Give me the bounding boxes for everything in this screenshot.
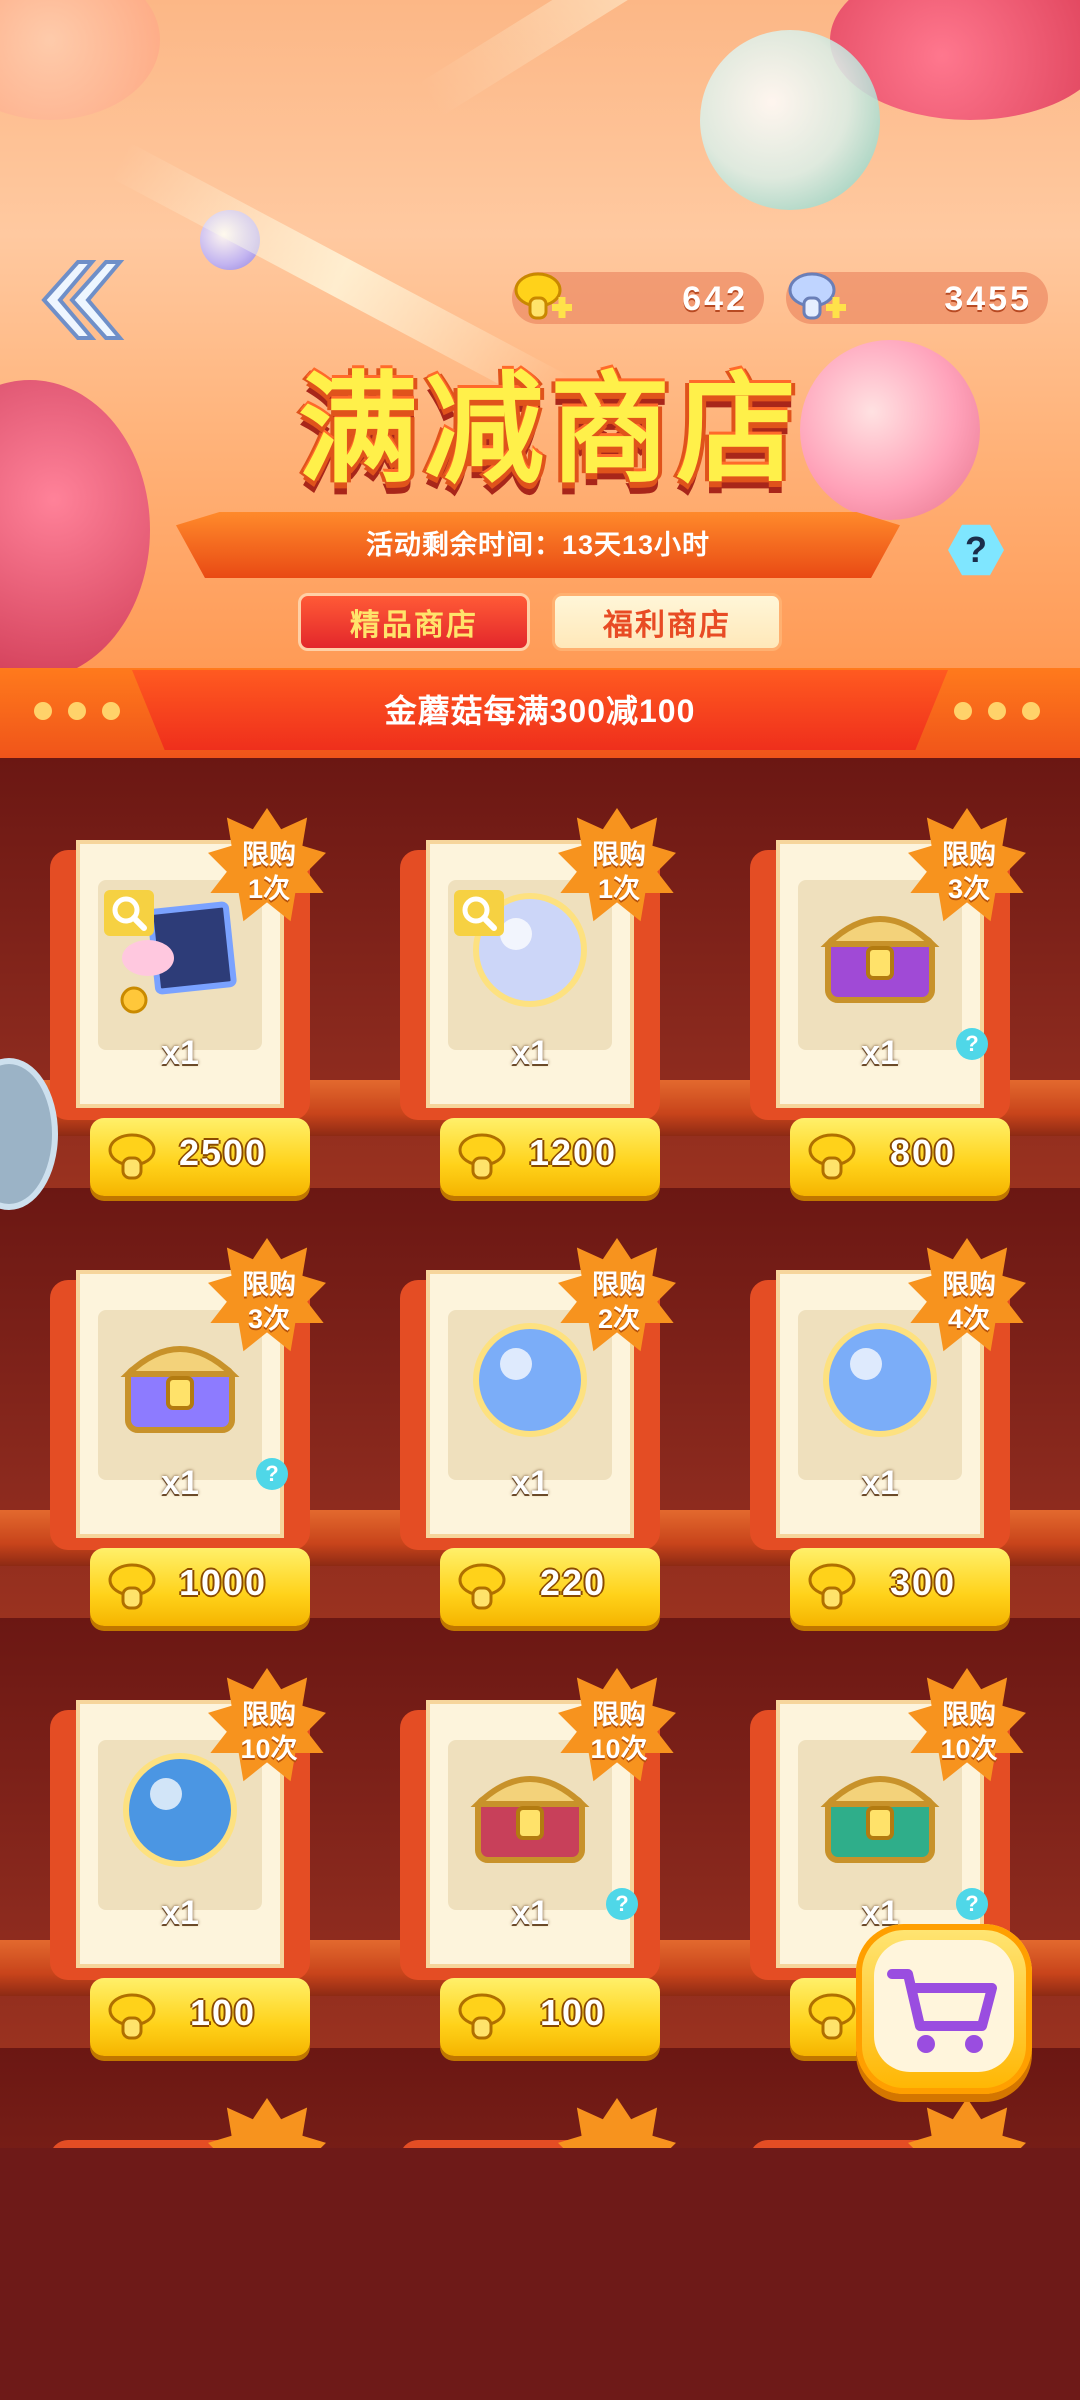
question-icon: ? [965,529,987,570]
purple-chest-icon [820,916,940,1003]
item-quantity: x1 [861,1034,899,1072]
maple-leaf-badge-icon [208,2098,326,2148]
blue-mushroom-plus-icon [788,272,846,320]
shop-item-card[interactable]: x1 限购 1次 1200 [380,800,680,1196]
shop-item-card-partial[interactable] [730,2090,1030,2148]
purchase-limit-count: 10次 [590,1734,648,1764]
blue-mushroom-count: 3455 [944,280,1032,318]
shop-item-card-partial[interactable] [30,2090,330,2148]
purchase-limit-label: 限购 [242,840,296,870]
item-quantity: x1 [511,1894,549,1932]
purchase-limit-label: 限购 [942,1270,996,1300]
shopping-cart-icon [887,1969,997,2053]
buy-button[interactable]: 1000 [90,1548,310,1626]
shop-header: 642 3455 满减商店 活动剩余时间：13天13小时 ? 精品商店 福利商店 [0,0,1080,672]
shop-item-card[interactable]: x1 限购 4次 300 [730,1230,1030,1626]
buy-button[interactable]: 2500 [90,1118,310,1196]
shop-bottom [0,2148,1080,2400]
buy-button[interactable]: 300 [790,1548,1010,1626]
gold-mushroom-plus-icon [514,272,572,320]
magnifier-icon[interactable] [104,890,154,936]
price-value: 800 [889,1132,957,1173]
purchase-limit-label: 限购 [592,840,646,870]
page-title: 满减商店 [298,363,802,497]
shop-item-card[interactable]: ?x1限购10次100 [380,1660,680,2056]
cart-button[interactable] [856,1924,1032,2094]
magnifier-icon[interactable] [454,890,504,936]
item-quantity: x1 [161,1034,199,1072]
purchase-limit-count: 3次 [947,874,991,904]
item-quantity: x1 [161,1464,199,1502]
purchase-limit-label: 限购 [592,1700,646,1730]
item-quantity: x1 [511,1034,549,1072]
shop-item-card[interactable]: ? x1 限购 3次 1000 [30,1230,330,1626]
shop-item-card[interactable]: ? x1 限购 3次 800 [730,800,1030,1196]
price-value: 100 [189,1992,257,2033]
gold-mushroom-count: 642 [682,280,748,318]
purchase-limit-count: 10次 [240,1734,298,1764]
purchase-limit-count: 10次 [940,1734,998,1764]
purchase-limit-label: 限购 [942,1700,996,1730]
help-button[interactable]: ? [948,524,1004,576]
purchase-limit: 限购 3次 [214,1268,324,1336]
maple-leaf-badge-icon [908,2098,1026,2148]
purchase-limit: 限购 4次 [914,1268,1024,1336]
purchase-limit: 限购 2次 [564,1268,674,1336]
double-chevron-left-icon [41,260,125,340]
discount-banner-text: 金蘑菇每满300减100 [384,693,696,729]
price-value: 2500 [178,1132,268,1173]
purchase-limit-count: 4次 [947,1304,991,1334]
decor-bubble [0,380,150,672]
purchase-limit: 限购 10次 [914,1698,1024,1766]
shop-item-card[interactable]: x1 限购 10次 100 [30,1660,330,2056]
purchase-limit: 限购 10次 [564,1698,674,1766]
purchase-limit-count: 2次 [597,1304,641,1334]
maple-leaf-badge-icon [558,2098,676,2148]
buy-button[interactable]: 220 [440,1548,660,1626]
tab-premium-shop[interactable]: 精品商店 [298,593,530,651]
purchase-limit-count: 3次 [247,1304,291,1334]
shell-orb-icon [123,1753,237,1867]
purchase-limit-label: 限购 [242,1270,296,1300]
purchase-limit-label: 限购 [592,1270,646,1300]
item-quantity: x1 [861,1464,899,1502]
tab-welfare-shop[interactable]: 福利商店 [552,593,782,651]
buy-button[interactable]: 100 [440,1978,660,2056]
price-value: 100 [539,1992,607,2033]
purchase-limit: 限购 3次 [914,838,1024,906]
gold-mushroom-balance[interactable]: 642 [512,272,764,324]
buy-button[interactable]: 100 [90,1978,310,2056]
decor-bubble [700,30,880,210]
purchase-limit-label: 限购 [942,840,996,870]
purchase-limit-count: 1次 [597,874,641,904]
buy-button[interactable]: 800 [790,1118,1010,1196]
purchase-limit: 限购 1次 [564,838,674,906]
price-value: 1000 [178,1562,268,1603]
shop-item-card[interactable]: x1 限购 2次 220 [380,1230,680,1626]
price-value: 300 [889,1562,957,1603]
purchase-limit: 限购 1次 [214,838,324,906]
decor-bubble [0,0,160,120]
swirl-orb-icon [473,1323,587,1437]
blue-mushroom-balance[interactable]: 3455 [786,272,1048,324]
red-chest-icon [470,1776,590,1863]
crown-chest-icon [120,1346,240,1433]
purchase-limit: 限购 10次 [214,1698,324,1766]
purchase-limit-label: 限购 [242,1700,296,1730]
purchase-limit-count: 1次 [247,874,291,904]
buy-button[interactable]: 1200 [440,1118,660,1196]
shop-item-card[interactable]: x1 限购 1次 2500 [30,800,330,1196]
green-chest-icon [820,1776,940,1863]
back-button[interactable] [32,252,128,348]
price-value: 1200 [528,1132,618,1173]
item-quantity: x1 [511,1464,549,1502]
countdown-text: 活动剩余时间：13天13小时 [365,530,711,560]
swirl-orb-icon [823,1323,937,1437]
item-quantity: x1 [161,1894,199,1932]
price-value: 220 [539,1562,607,1603]
shop-item-card-partial[interactable] [380,2090,680,2148]
